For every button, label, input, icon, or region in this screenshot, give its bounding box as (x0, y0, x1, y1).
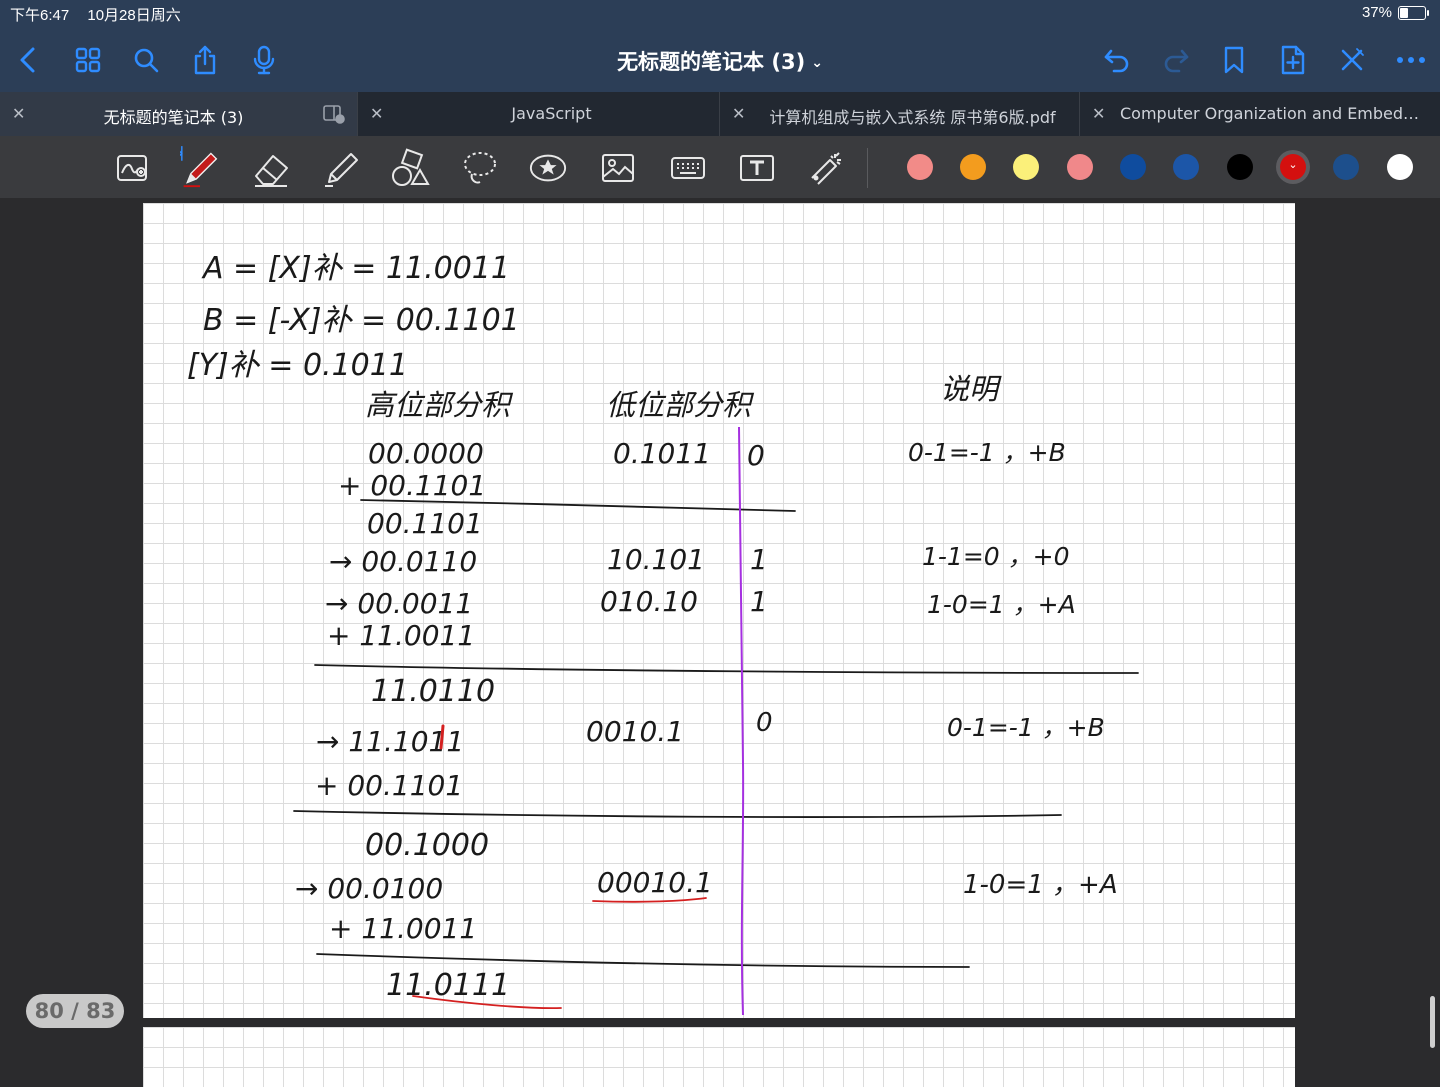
line-y: [Y]补 = 0.1011 (187, 348, 408, 383)
battery-icon (1398, 5, 1429, 20)
status-right: 37% (1361, 4, 1429, 21)
row12-high: + 11.0011 (329, 912, 477, 945)
color-swatch-orange[interactable] (960, 154, 986, 180)
color-swatch-royal-blue[interactable] (1173, 154, 1199, 180)
divider-line (738, 426, 745, 1016)
line-a: A = [X]补 = 11.0011 (201, 251, 510, 286)
row1-bit: 0 (747, 439, 765, 472)
row8-low: 0010.1 (586, 715, 684, 748)
row1-desc: 0-1=-1 ，+B (908, 438, 1066, 467)
scrollbar-thumb[interactable] (1430, 996, 1435, 1048)
color-swatch-blue[interactable] (1120, 154, 1146, 180)
header-desc: 说明 (940, 372, 1002, 406)
keyboard-icon[interactable] (668, 148, 708, 188)
status-date: 10月28日周六 (87, 7, 181, 24)
tab-label: 无标题的笔记本 (3) (103, 108, 244, 127)
tab-bar: ✕ 无标题的笔记本 (3) ✕ JavaScript ✕ 计算机组成与嵌入式系统… (0, 92, 1440, 136)
row5-desc: 1-0=1 ，+A (927, 590, 1076, 619)
close-pen-mode-icon[interactable] (1334, 42, 1370, 78)
row11-low: 00010.1 (597, 866, 713, 899)
nav-bar: 无标题的笔记本 (3) ⌄ (0, 30, 1440, 92)
color-swatch-white[interactable] (1387, 154, 1413, 180)
close-icon[interactable]: ✕ (732, 104, 745, 123)
row4-low: 10.101 (607, 543, 705, 576)
pen-icon[interactable] (180, 146, 220, 188)
row2-high: + 00.1101 (338, 469, 486, 502)
handwriting-canvas: A = [X]补 = 11.0011 B = [-X]补 = 00.1101 [… (187, 251, 1139, 1016)
status-bar: 下午6:47 10月28日周六 37% (0, 0, 1440, 30)
image-icon[interactable] (598, 148, 638, 188)
color-swatch-navy[interactable] (1333, 154, 1359, 180)
color-swatch-yellow[interactable] (1013, 154, 1039, 180)
chevron-down-icon: ⌄ (811, 55, 823, 71)
line-b: B = [-X]补 = 00.1101 (203, 303, 520, 338)
row8-desc: 0-1=-1 ，+B (947, 713, 1105, 742)
undo-icon[interactable] (1099, 42, 1135, 78)
sticker-icon[interactable] (528, 148, 568, 188)
row4-bit: 1 (750, 543, 768, 576)
text-icon[interactable] (737, 148, 777, 188)
tab-textbook-en[interactable]: ✕ Computer Organization and Embedded Sys… (1080, 92, 1440, 136)
drawing-toolbar: ⌄ (0, 136, 1440, 198)
row7-high: 11.0110 (371, 674, 495, 709)
color-swatch-salmon[interactable] (1067, 154, 1093, 180)
battery-percent: 37% (1361, 4, 1392, 21)
color-swatch-black[interactable] (1227, 154, 1253, 180)
row1-high: 00.0000 (368, 437, 484, 470)
tab-textbook-cn[interactable]: ✕ 计算机组成与嵌入式系统 原书第6版.pdf (720, 92, 1080, 136)
toolbar-divider (867, 148, 868, 188)
lasso-icon[interactable] (460, 148, 500, 188)
row1-low: 0.1011 (613, 437, 711, 470)
chevron-down-icon: ⌄ (1288, 158, 1298, 171)
row11-high: → 00.0100 (295, 872, 443, 905)
row4-desc: 1-1=0 ，+0 (922, 542, 1070, 571)
row5-low: 010.10 (600, 585, 698, 618)
add-page-icon[interactable] (1275, 42, 1311, 78)
row3-high: 00.1101 (367, 507, 483, 540)
more-icon[interactable] (1393, 42, 1429, 78)
close-icon[interactable]: ✕ (12, 104, 25, 123)
tab-label: JavaScript (511, 104, 592, 123)
tab-javascript[interactable]: ✕ JavaScript (358, 92, 720, 136)
row6-high: + 11.0011 (327, 619, 475, 652)
row8-bit: 0 (756, 708, 773, 738)
header-low: 低位部分积 (606, 388, 755, 422)
split-view-icon[interactable] (323, 104, 345, 128)
tab-label: 计算机组成与嵌入式系统 原书第6版.pdf (769, 108, 1056, 127)
shapes-icon[interactable] (390, 148, 430, 188)
row9-high: + 00.1101 (315, 769, 463, 802)
notebook-title-text: 无标题的笔记本 (3) (617, 50, 806, 74)
eraser-icon[interactable] (251, 148, 291, 188)
row4-high: → 00.0110 (329, 545, 477, 578)
lasso-zoom-icon[interactable] (113, 148, 153, 188)
page-counter: 80 / 83 (26, 994, 124, 1028)
row5-bit: 1 (750, 585, 768, 618)
row5-high: → 00.0011 (325, 587, 473, 620)
close-icon[interactable]: ✕ (370, 104, 383, 123)
status-left: 下午6:47 10月28日周六 (10, 4, 195, 25)
row13-high: 11.0111 (386, 968, 510, 1003)
tab-notebook[interactable]: ✕ 无标题的笔记本 (3) (0, 92, 358, 136)
notebook-page-next[interactable] (143, 1027, 1295, 1087)
bookmark-icon[interactable] (1216, 42, 1252, 78)
laser-pointer-icon[interactable] (806, 148, 846, 188)
redo-icon[interactable] (1158, 42, 1194, 78)
highlighter-icon[interactable] (321, 148, 361, 188)
row11-desc: 1-0=1 ，+A (963, 870, 1118, 900)
tab-label: Computer Organization and Embedded Syste… (1120, 104, 1426, 123)
notebook-page[interactable]: A = [X]补 = 11.0011 B = [-X]补 = 00.1101 [… (143, 203, 1295, 1018)
color-swatch-pink[interactable] (907, 154, 933, 180)
color-swatch-red[interactable]: ⌄ (1280, 154, 1306, 180)
close-icon[interactable]: ✕ (1092, 104, 1105, 123)
header-high: 高位部分积 (365, 388, 514, 422)
row10-high: 00.1000 (365, 828, 489, 863)
status-time: 下午6:47 (10, 7, 70, 24)
